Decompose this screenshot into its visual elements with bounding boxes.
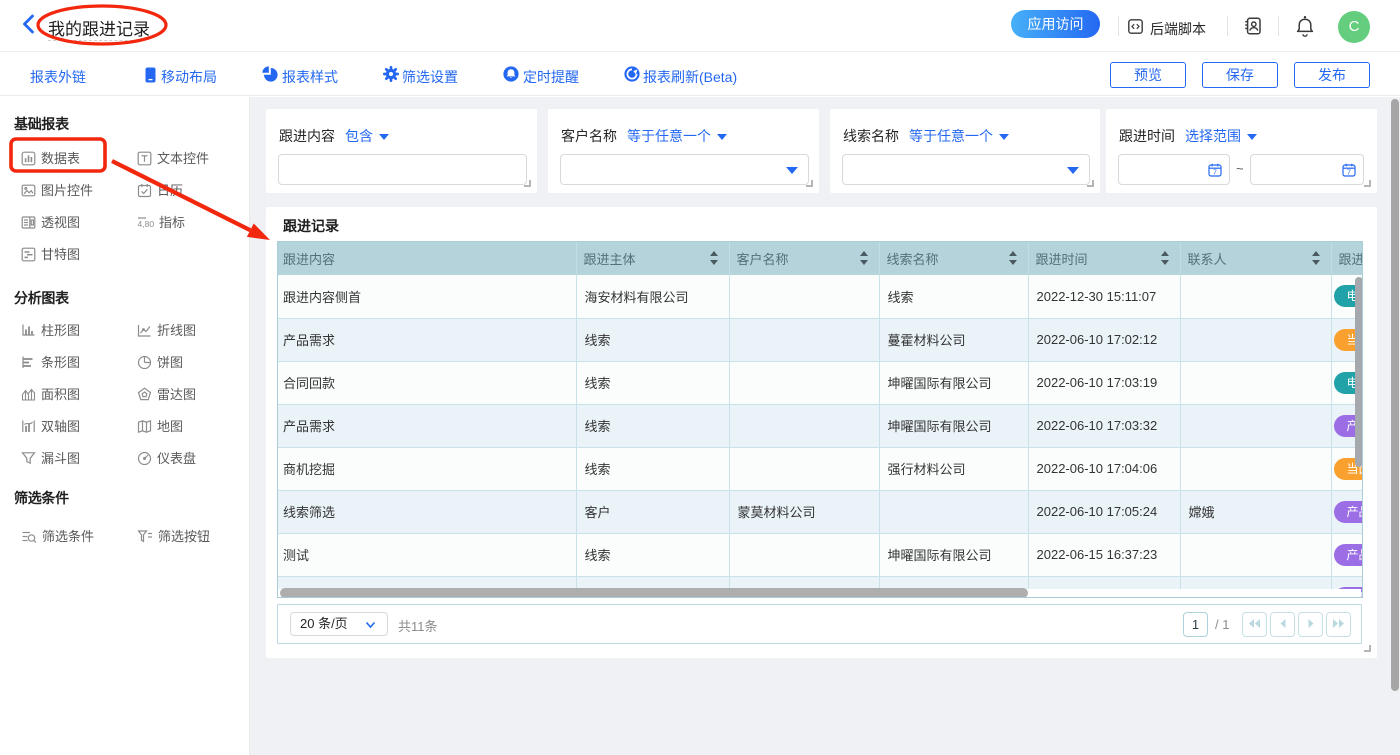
svg-text:4,80: 4,80 — [138, 219, 155, 229]
svg-text:7: 7 — [1347, 170, 1351, 177]
svg-text:7: 7 — [1213, 170, 1217, 177]
